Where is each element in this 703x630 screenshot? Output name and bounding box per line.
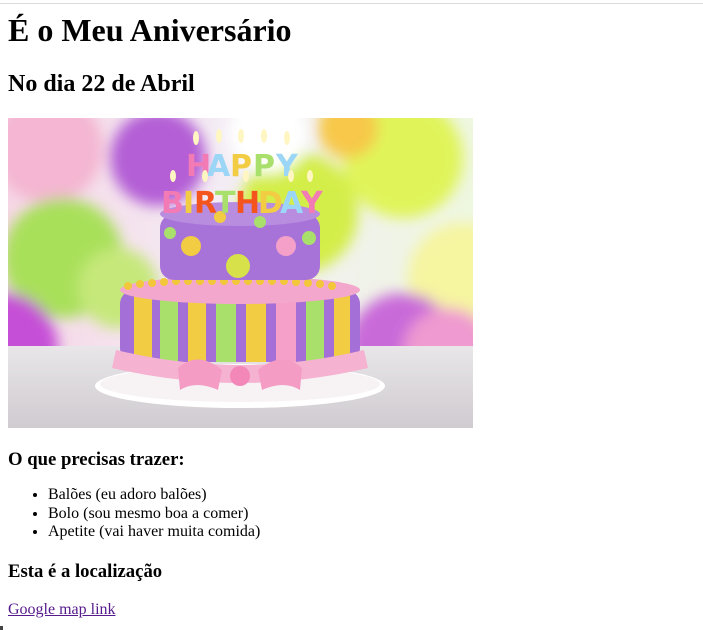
google-map-link[interactable]: Google map link [8,600,116,620]
svg-text:Y: Y [300,186,324,221]
svg-text:I: I [183,186,194,221]
svg-text:H: H [235,186,260,221]
bring-list: Balões (eu adoro balões) Bolo (sou mesmo… [8,486,260,542]
bring-heading: O que precisas trazer: [8,449,185,470]
svg-text:R: R [194,186,217,221]
svg-text:B: B [161,186,184,221]
svg-text:P: P [230,149,252,184]
cursor-edge-mark [0,626,3,630]
list-item: Balões (eu adoro balões) [48,486,260,505]
svg-text:Y: Y [275,149,299,184]
list-item: Bolo (sou mesmo boa a comer) [48,505,260,524]
svg-text:A: A [207,149,231,184]
window-top-border [0,3,703,4]
location-heading: Esta é a localização [8,561,163,582]
svg-text:T: T [215,186,236,221]
birthday-cake-image: H A P P Y B I R T H D A Y [8,118,473,428]
list-item: Apetite (vai haver muita comida) [48,523,260,542]
page-title: É o Meu Aniversário [8,12,292,48]
svg-text:P: P [253,149,275,184]
page-subtitle: No dia 22 de Abril [8,71,195,97]
